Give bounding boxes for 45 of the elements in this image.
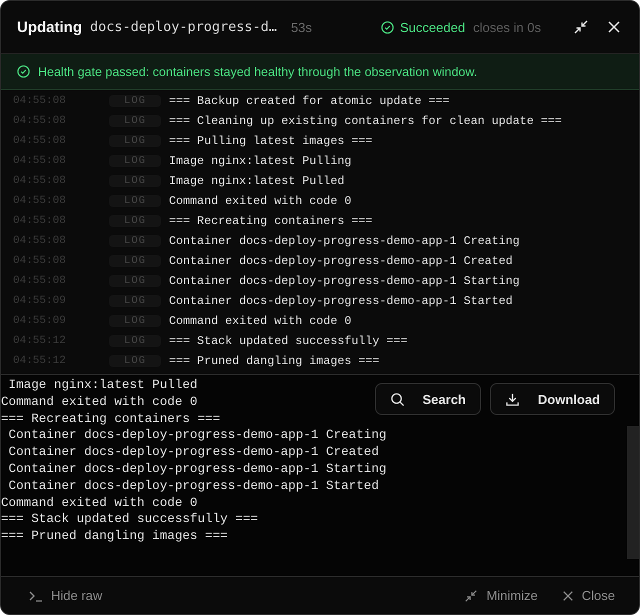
status-text: Succeeded — [400, 20, 466, 34]
log-message: === Stack updated successfully === — [169, 334, 408, 348]
close-button[interactable]: Close — [562, 588, 615, 603]
raw-output-line: === Pruned dangling images === — [1, 528, 228, 545]
log-message: === Recreating containers === — [169, 214, 372, 228]
log-message: === Pulling latest images === — [169, 134, 372, 148]
dialog-title: Updating — [17, 18, 82, 36]
log-message: Container docs-deploy-progress-demo-app-1 Started — [169, 294, 513, 308]
log-message: Command exited with code 0 — [169, 314, 352, 328]
log-message: Container docs-deploy-progress-demo-app-1 Starting — [169, 274, 520, 288]
log-message: === Pruned dangling images === — [169, 354, 380, 368]
check-circle-icon — [381, 20, 394, 34]
raw-output-line: Container docs-deploy-progress-demo-app-1 Started — [8, 478, 379, 495]
close-icon — [562, 590, 574, 602]
scrollbar-thumb[interactable] — [627, 426, 639, 559]
check-circle-icon — [17, 65, 30, 78]
log-message: Container docs-deploy-progress-demo-app-1 Created — [169, 254, 513, 268]
raw-output-line: === Stack updated successfully === — [1, 511, 258, 528]
raw-output-line: Container docs-deploy-progress-demo-app-1 Starting — [8, 460, 386, 478]
elapsed-time: 53s — [290, 20, 312, 34]
search-button[interactable]: Search — [374, 383, 481, 415]
raw-output-line: === Recreating containers === — [1, 410, 220, 428]
minimize-icon — [464, 588, 478, 602]
download-icon — [504, 392, 520, 406]
log-message: === Backup created for atomic update === — [169, 94, 450, 108]
banner-text: Health gate passed: containers stayed healthy through the observation window. — [38, 64, 478, 78]
hide-raw-button[interactable]: Hide raw — [29, 588, 102, 603]
close-icon[interactable] — [607, 20, 621, 34]
terminal-icon — [29, 590, 43, 602]
stack-name: docs-deploy-progress-d… — [90, 19, 277, 35]
search-icon — [390, 392, 405, 406]
log-message: Command exited with code 0 — [169, 194, 352, 208]
log-message: Container docs-deploy-progress-demo-app-1 Creating — [169, 234, 520, 248]
log-message: === Cleaning up existing containers for clean update === — [169, 114, 562, 128]
raw-output-line: Image nginx:latest Pulled — [8, 377, 198, 394]
raw-output-line: Command exited with code 0 — [1, 494, 198, 512]
raw-output-line: Container docs-deploy-progress-demo-app-1 Created — [8, 444, 379, 461]
log-message: Image nginx:latest Pulled — [169, 174, 344, 188]
raw-output-line: Container docs-deploy-progress-demo-app-1 Creating — [8, 427, 386, 444]
download-button[interactable]: Download — [490, 383, 615, 415]
raw-output-line: Command exited with code 0 — [1, 394, 198, 411]
minimize-icon[interactable] — [573, 19, 589, 35]
countdown-text: closes in 0s — [473, 20, 541, 34]
minimize-button[interactable]: Minimize — [464, 588, 538, 603]
log-message: Image nginx:latest Pulling — [169, 154, 352, 168]
